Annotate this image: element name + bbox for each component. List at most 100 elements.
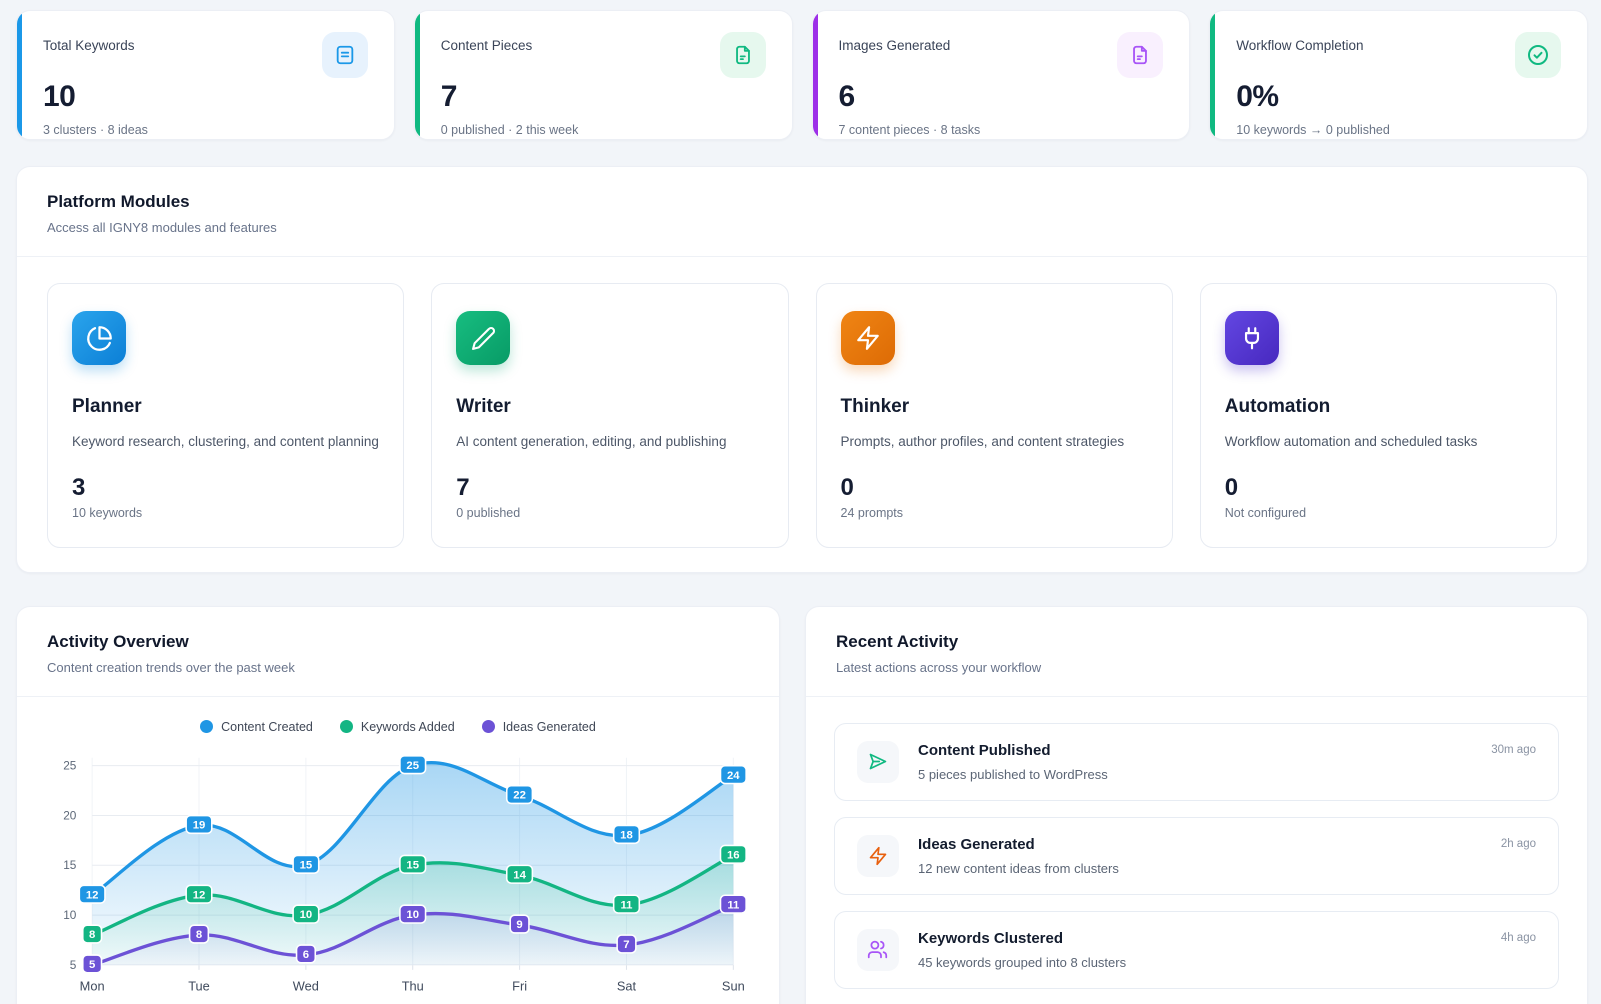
module-card-automation[interactable]: Automation Workflow automation and sched… bbox=[1200, 283, 1557, 548]
svg-text:Wed: Wed bbox=[293, 978, 319, 993]
file-lines-icon bbox=[322, 32, 368, 78]
stat-label: Total Keywords bbox=[43, 32, 135, 53]
users-icon bbox=[857, 929, 899, 971]
check-circle-icon bbox=[1515, 32, 1561, 78]
zap-icon bbox=[857, 835, 899, 877]
stat-value: 7 bbox=[441, 80, 766, 114]
pie-chart-icon bbox=[72, 311, 126, 365]
svg-text:6: 6 bbox=[303, 949, 309, 961]
stat-subtext: 10 keywords → 0 published bbox=[1236, 123, 1561, 137]
file-icon bbox=[720, 32, 766, 78]
module-title: Automation bbox=[1225, 396, 1532, 418]
svg-text:Thu: Thu bbox=[402, 978, 424, 993]
stat-subtext: 3 clusters · 8 ideas bbox=[43, 123, 368, 137]
module-stat-label: 10 keywords bbox=[72, 506, 379, 520]
chart-legend: Content Created Keywords Added Ideas Gen… bbox=[17, 697, 779, 740]
file-icon bbox=[1117, 32, 1163, 78]
module-card-writer[interactable]: Writer AI content generation, editing, a… bbox=[431, 283, 788, 548]
activity-chart: MonTueWedThuFriSatSun5101520251219152522… bbox=[17, 740, 779, 1004]
module-description: Workflow automation and scheduled tasks bbox=[1225, 432, 1532, 453]
module-title: Thinker bbox=[841, 396, 1148, 418]
recent-item-body: Ideas Generated 12 new content ideas fro… bbox=[918, 836, 1482, 876]
recent-item-body: Keywords Clustered 45 keywords grouped i… bbox=[918, 930, 1482, 970]
stat-subtext: 0 published · 2 this week bbox=[441, 123, 766, 137]
svg-text:Tue: Tue bbox=[188, 978, 210, 993]
recent-item-description: 5 pieces published to WordPress bbox=[918, 767, 1472, 782]
svg-text:14: 14 bbox=[513, 869, 526, 881]
legend-label: Ideas Generated bbox=[503, 720, 596, 734]
svg-text:Mon: Mon bbox=[80, 978, 105, 993]
recent-item-description: 45 keywords grouped into 8 clusters bbox=[918, 955, 1482, 970]
svg-text:11: 11 bbox=[620, 899, 632, 911]
section-subtitle: Content creation trends over the past we… bbox=[47, 660, 749, 675]
svg-text:15: 15 bbox=[406, 859, 419, 871]
recent-activity-list: Content Published 5 pieces published to … bbox=[806, 697, 1587, 1004]
module-description: Keyword research, clustering, and conten… bbox=[72, 432, 379, 453]
svg-text:15: 15 bbox=[63, 858, 77, 872]
stat-label: Content Pieces bbox=[441, 32, 533, 53]
svg-text:11: 11 bbox=[727, 899, 739, 911]
module-description: Prompts, author profiles, and content st… bbox=[841, 432, 1148, 453]
module-stat-value: 7 bbox=[456, 474, 763, 502]
svg-text:10: 10 bbox=[406, 909, 419, 921]
stats-row: Total Keywords 10 3 clusters · 8 ideas C… bbox=[16, 10, 1588, 140]
section-title: Recent Activity bbox=[836, 632, 1557, 652]
svg-text:8: 8 bbox=[89, 929, 95, 941]
recent-item-title: Ideas Generated bbox=[918, 836, 1482, 853]
stat-value: 10 bbox=[43, 80, 368, 114]
stat-card-content-pieces: Content Pieces 7 0 published · 2 this we… bbox=[414, 10, 793, 140]
svg-text:12: 12 bbox=[193, 889, 206, 901]
svg-text:12: 12 bbox=[86, 889, 99, 901]
dashboard-page: Total Keywords 10 3 clusters · 8 ideas C… bbox=[0, 0, 1601, 1004]
activity-chart-svg: MonTueWedThuFriSatSun5101520251219152522… bbox=[29, 740, 759, 1004]
svg-text:19: 19 bbox=[193, 820, 206, 832]
svg-text:5: 5 bbox=[89, 959, 95, 971]
stat-label: Images Generated bbox=[839, 32, 951, 53]
svg-text:Fri: Fri bbox=[512, 978, 527, 993]
stat-card-workflow-completion: Workflow Completion 0% 10 keywords → 0 p… bbox=[1209, 10, 1588, 140]
svg-text:25: 25 bbox=[406, 760, 419, 772]
platform-modules-header: Platform Modules Access all IGNY8 module… bbox=[17, 167, 1587, 257]
recent-item-time: 4h ago bbox=[1501, 932, 1536, 944]
recent-activity-section: Recent Activity Latest actions across yo… bbox=[805, 606, 1588, 1004]
stat-card-top: Workflow Completion bbox=[1236, 32, 1561, 78]
recent-item-time: 2h ago bbox=[1501, 838, 1536, 850]
svg-text:24: 24 bbox=[727, 770, 740, 782]
svg-text:9: 9 bbox=[516, 919, 522, 931]
activity-overview-section: Activity Overview Content creation trend… bbox=[16, 606, 780, 1004]
svg-text:10: 10 bbox=[63, 908, 77, 922]
module-stat-value: 0 bbox=[841, 474, 1148, 502]
module-title: Planner bbox=[72, 396, 379, 418]
svg-text:5: 5 bbox=[70, 958, 77, 972]
legend-item-content-created[interactable]: Content Created bbox=[200, 720, 313, 734]
recent-item-keywords-clustered[interactable]: Keywords Clustered 45 keywords grouped i… bbox=[834, 911, 1559, 989]
legend-item-ideas-generated[interactable]: Ideas Generated bbox=[482, 720, 596, 734]
svg-text:18: 18 bbox=[620, 829, 633, 841]
module-card-thinker[interactable]: Thinker Prompts, author profiles, and co… bbox=[816, 283, 1173, 548]
recent-item-content-published[interactable]: Content Published 5 pieces published to … bbox=[834, 723, 1559, 801]
svg-text:25: 25 bbox=[63, 759, 77, 773]
send-icon bbox=[857, 741, 899, 783]
stat-value: 0% bbox=[1236, 80, 1561, 114]
recent-item-description: 12 new content ideas from clusters bbox=[918, 861, 1482, 876]
module-stat-label: 24 prompts bbox=[841, 506, 1148, 520]
svg-text:15: 15 bbox=[300, 859, 313, 871]
module-stat-value: 0 bbox=[1225, 474, 1532, 502]
recent-item-body: Content Published 5 pieces published to … bbox=[918, 742, 1472, 782]
stat-card-images-generated: Images Generated 6 7 content pieces · 8 … bbox=[812, 10, 1191, 140]
module-card-planner[interactable]: Planner Keyword research, clustering, an… bbox=[47, 283, 404, 548]
bottom-row: Activity Overview Content creation trend… bbox=[16, 606, 1588, 1004]
svg-text:Sat: Sat bbox=[617, 978, 637, 993]
modules-grid: Planner Keyword research, clustering, an… bbox=[17, 257, 1587, 572]
platform-modules-section: Platform Modules Access all IGNY8 module… bbox=[16, 166, 1588, 573]
legend-dot-green bbox=[340, 720, 353, 733]
zap-icon bbox=[841, 311, 895, 365]
legend-item-keywords-added[interactable]: Keywords Added bbox=[340, 720, 455, 734]
svg-text:Sun: Sun bbox=[722, 978, 745, 993]
recent-activity-header: Recent Activity Latest actions across yo… bbox=[806, 607, 1587, 697]
section-title: Platform Modules bbox=[47, 192, 1557, 212]
recent-item-ideas-generated[interactable]: Ideas Generated 12 new content ideas fro… bbox=[834, 817, 1559, 895]
activity-overview-header: Activity Overview Content creation trend… bbox=[17, 607, 779, 697]
stat-card-total-keywords: Total Keywords 10 3 clusters · 8 ideas bbox=[16, 10, 395, 140]
stat-card-top: Images Generated bbox=[839, 32, 1164, 78]
